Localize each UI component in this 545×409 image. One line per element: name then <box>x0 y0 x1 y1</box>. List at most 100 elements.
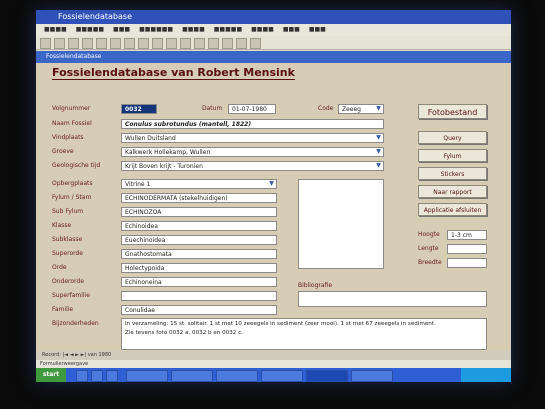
lengte-label: Lengte <box>418 245 439 252</box>
menu-item[interactable]: ■■■■ <box>251 24 274 36</box>
subfylum-field[interactable]: ECHINOZOA <box>121 207 277 217</box>
opbergplaats-label: Opbergplaats <box>52 180 93 187</box>
taskbar-item-active[interactable] <box>306 370 348 382</box>
naam-label: Naam Fossiel <box>52 120 92 127</box>
vindplaats-select[interactable]: Wullen Duitsland ▼ <box>121 133 384 143</box>
bibliografie-field[interactable] <box>298 291 487 307</box>
fylum-label: Fylum / Stam <box>52 194 92 201</box>
datum-field[interactable]: 01-07-1980 <box>228 104 276 114</box>
toolbar-button[interactable] <box>124 38 135 49</box>
monitor-screen: Fossielendatabase ■■■■ ■■■■■ ■■■ ■■■■■■ … <box>36 10 511 382</box>
code-value: Zeeeg <box>342 106 361 113</box>
status-text: Formulierweergave <box>40 361 89 367</box>
klasse-field[interactable]: Echinoidea <box>121 221 277 231</box>
toolbar-button[interactable] <box>152 38 163 49</box>
chevron-down-icon[interactable]: ▼ <box>267 180 276 188</box>
datum-label: Datum <box>202 105 223 112</box>
naam-field[interactable]: Conulus subrotundus (mantell, 1822) <box>121 119 384 129</box>
query-button[interactable]: Query <box>418 131 487 144</box>
tijd-label: Geologische tijd <box>52 162 101 169</box>
taskbar-item[interactable] <box>171 370 213 382</box>
vindplaats-value: Wullen Duitsland <box>125 135 176 142</box>
fylum-button[interactable]: Fylum <box>418 149 487 162</box>
toolbar-button[interactable] <box>82 38 93 49</box>
klasse-label: Klasse <box>52 222 72 229</box>
taskbar-item[interactable] <box>351 370 393 382</box>
chevron-down-icon[interactable]: ▼ <box>374 162 383 170</box>
code-select[interactable]: Zeeeg ▼ <box>338 104 384 114</box>
toolbar-button[interactable] <box>68 38 79 49</box>
toolbar-button[interactable] <box>110 38 121 49</box>
lengte-field[interactable] <box>447 244 487 254</box>
menu-item[interactable]: ■■■■■ <box>76 24 104 36</box>
volgnummer-field[interactable]: 0032 <box>121 104 157 114</box>
bijzonderheden-field[interactable]: In verzameling: 15 st. solitair. 1 st me… <box>121 318 487 350</box>
first-record-icon[interactable]: |◄ <box>63 352 70 358</box>
hoogte-field[interactable]: 1-3 cm <box>447 230 487 240</box>
toolbar-button[interactable] <box>222 38 233 49</box>
onderorde-label: Onderorde <box>52 278 84 285</box>
last-record-icon[interactable]: ►| <box>81 352 88 358</box>
menu-item[interactable]: ■■■■■■ <box>139 24 173 36</box>
taskbar-item[interactable] <box>216 370 258 382</box>
menu-item[interactable]: ■■■ <box>283 24 300 36</box>
opbergplaats-select[interactable]: Vitrine 1 ▼ <box>121 179 277 189</box>
menu-item[interactable]: ■■■■■ <box>214 24 242 36</box>
form-title-bar: Fossielendatabase <box>36 51 511 63</box>
opbergplaats-value: Vitrine 1 <box>125 181 151 188</box>
chevron-down-icon[interactable]: ▼ <box>374 105 383 113</box>
breedte-field[interactable] <box>447 258 487 268</box>
code-label: Code <box>318 105 334 112</box>
toolbar-button[interactable] <box>54 38 65 49</box>
stickers-button[interactable]: Stickers <box>418 167 487 180</box>
taskbar-item[interactable] <box>261 370 303 382</box>
toolbar-button[interactable] <box>138 38 149 49</box>
toolbar-button[interactable] <box>250 38 261 49</box>
quick-launch-icon[interactable] <box>106 370 118 382</box>
orde-label: Orde <box>52 264 67 271</box>
applicatie-afsluiten-button[interactable]: Applicatie afsluiten <box>418 203 487 216</box>
app-title-bar: Fossielendatabase <box>36 10 511 24</box>
groeve-label: Groeve <box>52 148 74 155</box>
fylum-field[interactable]: ECHINODERMATA (stekelhuidigen) <box>121 193 277 203</box>
toolbar-button[interactable] <box>40 38 51 49</box>
tijd-select[interactable]: Krijt Boven krijt - Turonien ▼ <box>121 161 384 171</box>
record-navigation: Record: |◄ ◄ ► ►| van 1980 <box>36 351 511 360</box>
hoogte-label: Hoogte <box>418 231 440 238</box>
photo-frame <box>298 179 384 269</box>
menu-item[interactable]: ■■■ <box>309 24 326 36</box>
fotobestand-button[interactable]: Fotobestand <box>418 104 487 119</box>
toolbar-button[interactable] <box>194 38 205 49</box>
taskbar: start <box>36 368 511 382</box>
groeve-select[interactable]: Kalkwerk Hollekamp, Wullen ▼ <box>121 147 384 157</box>
familie-label: Familie <box>52 306 74 313</box>
taskbar-item[interactable] <box>126 370 168 382</box>
menu-item[interactable]: ■■■■ <box>44 24 67 36</box>
superorde-field[interactable]: Gnathostomata <box>121 249 277 259</box>
menu-item[interactable]: ■■■■ <box>182 24 205 36</box>
chevron-down-icon[interactable]: ▼ <box>374 148 383 156</box>
subklasse-field[interactable]: Euechinoidea <box>121 235 277 245</box>
form-heading: Fossielendatabase van Robert Mensink <box>52 66 295 80</box>
toolbar-button[interactable] <box>180 38 191 49</box>
familie-field[interactable]: Conulidae <box>121 305 277 315</box>
superfamilie-field[interactable] <box>121 291 277 301</box>
toolbar-button[interactable] <box>166 38 177 49</box>
toolbar-button[interactable] <box>236 38 247 49</box>
naar-rapport-button[interactable]: Naar rapport <box>418 185 487 198</box>
groeve-value: Kalkwerk Hollekamp, Wullen <box>125 149 211 156</box>
status-bar: Formulierweergave <box>36 360 511 368</box>
chevron-down-icon[interactable]: ▼ <box>374 134 383 142</box>
menu-item[interactable]: ■■■ <box>113 24 130 36</box>
toolbar-button[interactable] <box>96 38 107 49</box>
onderorde-field[interactable]: Echinoneina <box>121 277 277 287</box>
quick-launch-icon[interactable] <box>91 370 103 382</box>
bijzonderheden-label: Bijzonderheden <box>52 320 99 327</box>
bijzonderheden-line: In verzameling: 15 st. solitair. 1 st me… <box>125 321 436 327</box>
toolbar-button[interactable] <box>208 38 219 49</box>
orde-field[interactable]: Holectypoida <box>121 263 277 273</box>
quick-launch-icon[interactable] <box>76 370 88 382</box>
tijd-value: Krijt Boven krijt - Turonien <box>125 163 203 170</box>
start-button[interactable]: start <box>36 368 66 382</box>
volgnummer-label: Volgnummer <box>52 105 91 112</box>
